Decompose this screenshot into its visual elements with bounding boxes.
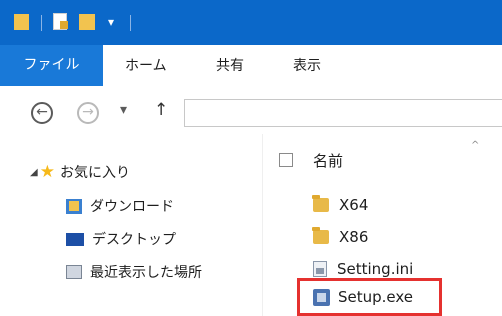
- sidebar-item-label: ダウンロード: [90, 199, 174, 215]
- sidebar-item-label: デスクトップ: [92, 232, 176, 248]
- sidebar-item-favorites[interactable]: ◢ ★ お気に入り: [30, 162, 130, 182]
- title-bar: ▾: [0, 0, 502, 45]
- list-item-x64[interactable]: X64: [312, 195, 369, 214]
- recent-locations-dropdown[interactable]: ▾: [120, 102, 127, 118]
- forward-button[interactable]: →: [77, 102, 99, 124]
- properties-icon[interactable]: [53, 13, 68, 30]
- separator: [130, 15, 131, 31]
- tab-share[interactable]: 共有: [216, 55, 244, 75]
- file-name: Setting.ini: [337, 260, 414, 278]
- address-input[interactable]: [184, 99, 502, 127]
- customize-toolbar-icon[interactable]: ▾: [108, 14, 122, 30]
- tab-file[interactable]: ファイル: [0, 45, 103, 86]
- back-button[interactable]: ←: [31, 102, 53, 124]
- highlight-box: [297, 278, 442, 316]
- recent-places-icon: [66, 265, 82, 279]
- settings-file-icon: [313, 261, 327, 277]
- up-button[interactable]: ↑: [154, 100, 168, 120]
- list-item-x86[interactable]: X86: [312, 227, 369, 246]
- file-name: X64: [339, 196, 369, 214]
- separator: [41, 15, 42, 31]
- sidebar-item-recent-places[interactable]: 最近表示した場所: [66, 262, 202, 282]
- column-header-name[interactable]: 名前: [313, 150, 343, 171]
- list-item-setting-ini[interactable]: Setting.ini: [313, 260, 413, 278]
- select-all-checkbox[interactable]: [279, 153, 293, 167]
- file-name: X86: [339, 228, 369, 246]
- tab-view[interactable]: 表示: [293, 55, 321, 75]
- sidebar-item-desktop[interactable]: デスクトップ: [66, 229, 176, 249]
- ribbon: ファイル ホーム 共有 表示: [0, 45, 502, 87]
- desktop-icon: [66, 232, 84, 246]
- sidebar-item-label: お気に入り: [59, 165, 130, 181]
- sort-ascending-icon: ^: [471, 140, 480, 151]
- tab-home[interactable]: ホーム: [125, 55, 167, 75]
- sidebar-item-downloads[interactable]: ダウンロード: [66, 196, 174, 216]
- folder-icon: [14, 14, 29, 30]
- star-icon: ★: [39, 162, 55, 182]
- sidebar-item-label: 最近表示した場所: [90, 265, 202, 281]
- expand-arrow-icon[interactable]: ◢: [30, 167, 38, 178]
- folder-icon: [312, 195, 329, 212]
- folder-icon: [312, 227, 329, 244]
- new-folder-icon[interactable]: [79, 14, 95, 30]
- downloads-icon: [66, 198, 82, 214]
